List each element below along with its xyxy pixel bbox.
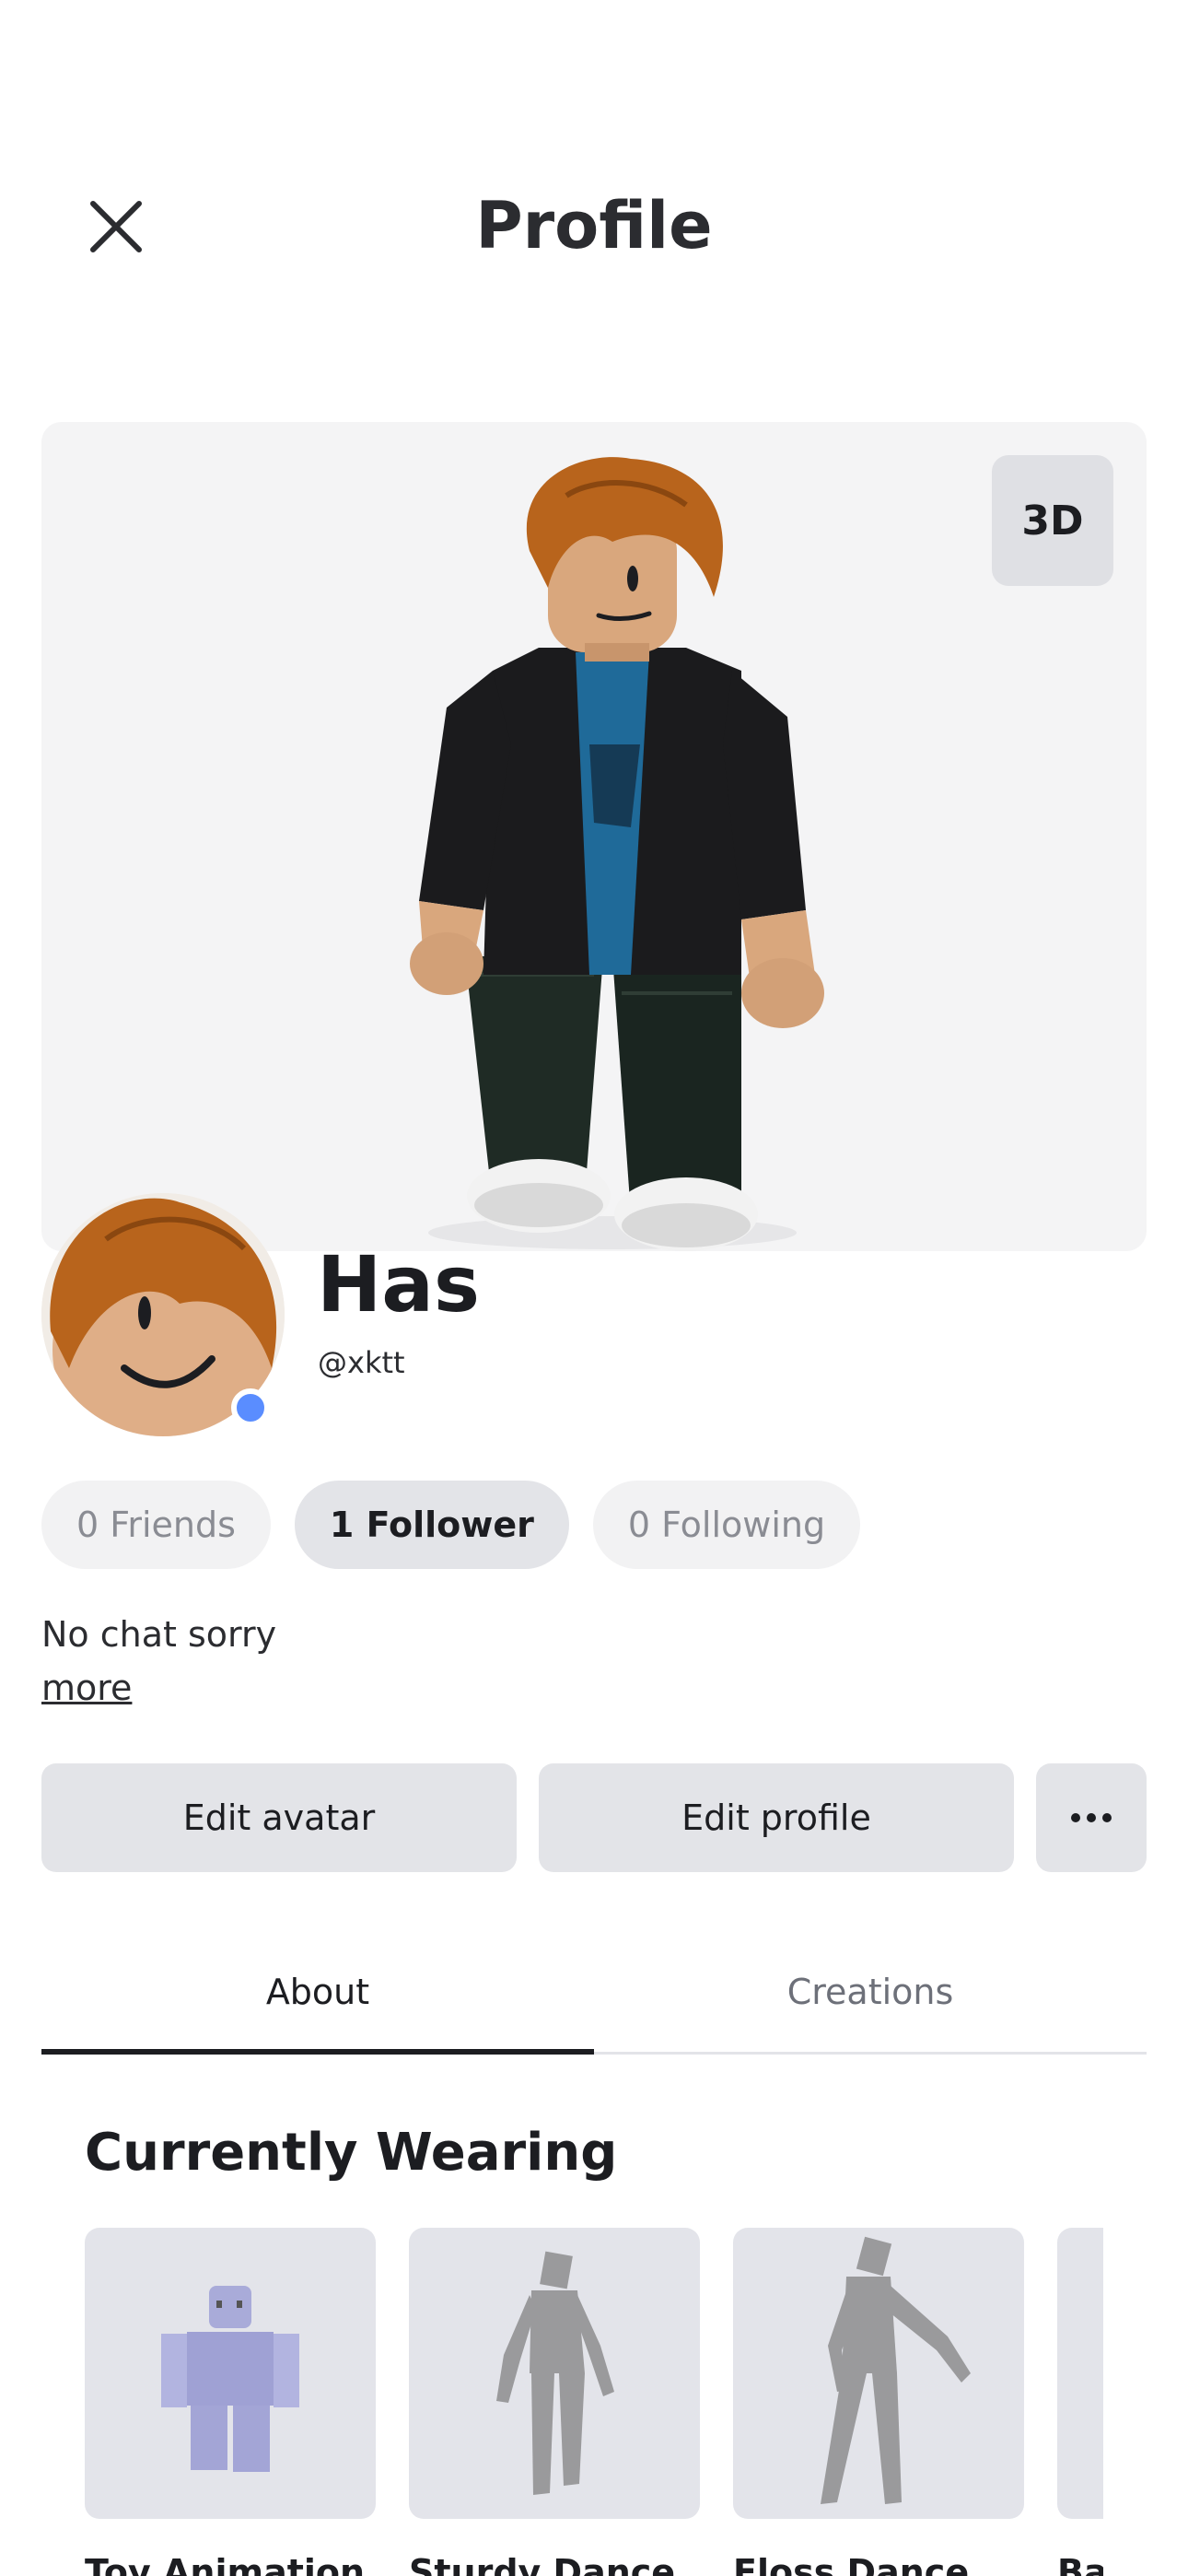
more-horizontal-icon	[1071, 1813, 1112, 1822]
tab-about[interactable]: About	[41, 1931, 594, 2055]
item-name: Sturdy Dance	[409, 2552, 676, 2576]
item-thumbnail	[85, 2228, 376, 2519]
edit-profile-button[interactable]: Edit profile	[539, 1763, 1014, 1872]
profile-bio: No chat sorry	[41, 1614, 277, 1655]
profile-actions: Edit avatar Edit profile	[41, 1763, 1147, 1872]
avatar-headshot[interactable]	[41, 1193, 285, 1436]
online-status-indicator	[231, 1388, 270, 1427]
followers-count-button[interactable]: 1 Follower	[294, 1481, 569, 1569]
item-thumbnail	[1057, 2228, 1103, 2519]
edit-avatar-button[interactable]: Edit avatar	[41, 1763, 517, 1872]
profile-tabs: About Creations	[41, 1931, 1147, 2055]
item-name: Ba	[1057, 2552, 1103, 2576]
friends-count-button[interactable]: 0 Friends	[41, 1481, 271, 1569]
following-count-button[interactable]: 0 Following	[592, 1481, 861, 1569]
currently-wearing-title: Currently Wearing	[85, 2123, 618, 2183]
sturdy-dance-thumbnail	[496, 2251, 614, 2495]
social-stats: 0 Friends 1 Follower 0 Following	[41, 1481, 861, 1569]
bio-more-link[interactable]: more	[41, 1668, 132, 1708]
wearing-item[interactable]: Sturdy Dance	[409, 2228, 700, 2576]
avatar-3d-figure	[410, 457, 824, 1251]
page-title: Profile	[475, 188, 713, 263]
wearing-item[interactable]: Floss Dance	[733, 2228, 1024, 2576]
floss-dance-thumbnail	[821, 2236, 971, 2504]
username: @xktt	[318, 1345, 405, 1380]
header: Profile	[0, 138, 1188, 313]
wearing-item[interactable]: Toy Animation	[85, 2228, 376, 2576]
3d-toggle-button[interactable]: 3D	[992, 455, 1113, 586]
currently-wearing-carousel[interactable]: Toy Animation Sturdy Dance Floss Dance B…	[85, 2228, 1103, 2576]
wearing-item[interactable]: Ba	[1057, 2228, 1103, 2576]
more-options-button[interactable]	[1036, 1763, 1147, 1872]
avatar-viewer[interactable]: 3D	[41, 422, 1147, 1251]
item-name: Toy Animation	[85, 2552, 366, 2576]
tab-creations[interactable]: Creations	[594, 1931, 1147, 2052]
display-name: Has	[317, 1239, 480, 1329]
item-name: Floss Dance	[733, 2552, 970, 2576]
item-thumbnail	[409, 2228, 700, 2519]
item-thumbnail	[733, 2228, 1024, 2519]
toy-animation-thumbnail	[161, 2286, 299, 2472]
